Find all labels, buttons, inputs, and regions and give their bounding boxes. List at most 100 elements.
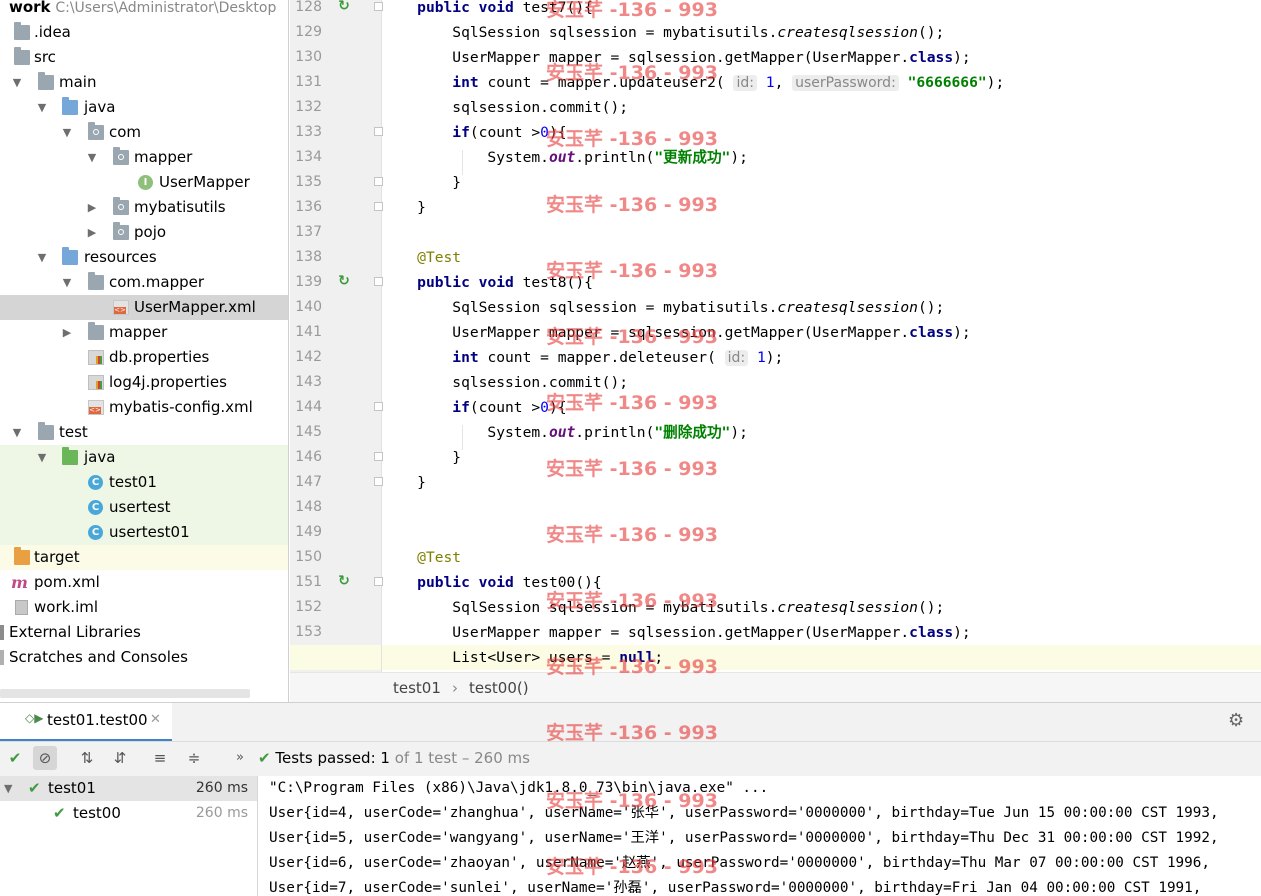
chevron-down-icon[interactable]: ▼: [11, 70, 23, 95]
run-tab[interactable]: ◇▶ test01.test00 ✕: [0, 703, 172, 742]
tree-item-pojo[interactable]: ▶ pojo: [0, 220, 288, 245]
tree-item-mybatisutils[interactable]: ▶ mybatisutils: [0, 195, 288, 220]
run-test-icon[interactable]: ↻: [336, 573, 352, 589]
more-icon[interactable]: »: [228, 746, 252, 770]
tree-item-test-java[interactable]: ▼ java: [0, 445, 288, 470]
tree-label: External Libraries: [9, 623, 141, 641]
console-output[interactable]: "C:\Program Files (x86)\Java\jdk1.8.0_73…: [258, 776, 1261, 896]
breadcrumb-method[interactable]: test00(): [469, 673, 529, 703]
tree-item-resources[interactable]: ▼ resources: [0, 245, 288, 270]
line-number: 139: [295, 274, 322, 290]
tree-item-usertest01[interactable]: C usertest01: [0, 520, 288, 545]
tree-item-target[interactable]: target: [0, 545, 288, 570]
tree-item-idea[interactable]: .idea: [0, 20, 288, 45]
code-line: }: [382, 474, 426, 491]
tree-item-test01[interactable]: C test01: [0, 470, 288, 495]
class-icon: C: [88, 500, 103, 515]
close-icon[interactable]: ✕: [150, 712, 161, 727]
tree-label: test: [59, 423, 88, 441]
chevron-down-icon[interactable]: ▼: [61, 120, 73, 145]
package-icon: [113, 197, 129, 215]
collapse-all-icon[interactable]: ≑: [182, 746, 206, 770]
number-literal: 0: [540, 124, 549, 141]
horizontal-scrollbar[interactable]: [0, 689, 250, 698]
number-literal: 1: [756, 349, 766, 366]
code-line: if(count >0){: [452, 124, 567, 141]
tree-label: com: [109, 123, 142, 141]
expand-all-icon[interactable]: ≡: [148, 746, 172, 770]
chevron-down-icon[interactable]: ▼: [86, 145, 98, 170]
line-number: 134: [295, 149, 322, 165]
line-number: 147: [295, 474, 322, 490]
folder-icon: [38, 422, 54, 440]
maven-icon: m: [11, 573, 28, 592]
line-number: 129: [295, 24, 322, 40]
tree-label: usertest01: [109, 523, 190, 541]
run-test-icon[interactable]: ↻: [336, 0, 352, 14]
sort-alpha-icon[interactable]: ⇅: [75, 746, 99, 770]
run-test-icon[interactable]: ↻: [336, 273, 352, 289]
chevron-down-icon[interactable]: ▼: [36, 445, 48, 470]
tree-root[interactable]: work C:\Users\Administrator\Desktop: [0, 0, 288, 20]
tree-item-external-libraries[interactable]: External Libraries: [0, 620, 288, 645]
tree-item-usermapper-xml[interactable]: UserMapper.xml: [0, 295, 288, 320]
show-passed-icon[interactable]: ✔: [3, 746, 27, 770]
tree-label: com.mapper: [109, 273, 205, 291]
show-ignored-icon[interactable]: ⊘: [33, 746, 57, 770]
gear-icon[interactable]: ⚙: [1228, 710, 1244, 731]
tree-item-main[interactable]: ▼ main: [0, 70, 288, 95]
chevron-down-icon[interactable]: ▼: [36, 245, 48, 270]
chevron-down-icon[interactable]: ▼: [4, 776, 12, 801]
tree-item-pom[interactable]: m pom.xml: [0, 570, 288, 595]
code-line-current: List<User> users = null;: [382, 645, 1261, 670]
tree-item-com-mapper[interactable]: ▼ com.mapper: [0, 270, 288, 295]
line-number: 146: [295, 449, 322, 465]
folder-icon: [14, 47, 30, 65]
chevron-right-icon[interactable]: ▶: [86, 220, 98, 245]
tests-status: ✔ Tests passed: 1 of 1 test – 260 ms: [258, 749, 530, 767]
tree-item-db-properties[interactable]: db.properties: [0, 345, 288, 370]
test-case-row[interactable]: ✔ test00 260 ms: [0, 801, 257, 826]
code-line: }: [382, 199, 426, 216]
tree-item-scratches[interactable]: Scratches and Consoles: [0, 645, 288, 670]
chevron-right-icon[interactable]: ▶: [61, 320, 73, 345]
properties-file-icon: [88, 375, 104, 390]
chevron-right-icon[interactable]: ▶: [86, 195, 98, 220]
tree-item-res-mapper[interactable]: ▶ mapper: [0, 320, 288, 345]
tree-item-log4j-properties[interactable]: log4j.properties: [0, 370, 288, 395]
tree-label: java: [84, 98, 116, 116]
tree-item-usermapper[interactable]: I UserMapper: [0, 170, 288, 195]
tree-item-mybatis-config[interactable]: mybatis-config.xml: [0, 395, 288, 420]
chevron-down-icon[interactable]: ▼: [11, 420, 23, 445]
tree-item-work-iml[interactable]: work.iml: [0, 595, 288, 620]
chevron-down-icon[interactable]: ▼: [61, 270, 73, 295]
param-hint: id:: [724, 350, 749, 366]
tree-label: src: [34, 48, 56, 66]
tree-item-test[interactable]: ▼ test: [0, 420, 288, 445]
tree-label: UserMapper: [159, 173, 250, 191]
test-results-tree: ▼ ✔ test01 260 ms ✔ test00 260 ms: [0, 776, 258, 896]
string-literal: "6666666": [907, 74, 987, 91]
folder-icon: [88, 272, 104, 290]
console-line: User{id=4, userCode='zhanghua', userName…: [269, 805, 1219, 821]
tree-item-src[interactable]: src: [0, 45, 288, 70]
line-number: 148: [295, 499, 322, 515]
breadcrumb-class[interactable]: test01: [393, 673, 441, 703]
code-line: SqlSession sqlsession = mybatisutils.cre…: [382, 24, 945, 41]
tree-item-java[interactable]: ▼ java: [0, 95, 288, 120]
code-line: public void test00(){: [417, 574, 602, 591]
line-number: 131: [295, 74, 322, 90]
tree-item-mapper[interactable]: ▼ mapper: [0, 145, 288, 170]
test-suite-row[interactable]: ▼ ✔ test01 260 ms: [0, 776, 257, 801]
code-line: if(count >0){: [452, 399, 567, 416]
code-line: SqlSession sqlsession = mybatisutils.cre…: [382, 299, 945, 316]
sort-duration-icon[interactable]: ⇵: [108, 746, 132, 770]
resources-folder-icon: [62, 247, 78, 265]
tree-item-usertest[interactable]: C usertest: [0, 495, 288, 520]
tree-label: mybatisutils: [134, 198, 226, 216]
chevron-down-icon[interactable]: ▼: [36, 95, 48, 120]
tree-label: resources: [84, 248, 157, 266]
number-literal: 1: [765, 74, 775, 91]
tree-item-com[interactable]: ▼ com: [0, 120, 288, 145]
properties-file-icon: [88, 350, 104, 365]
